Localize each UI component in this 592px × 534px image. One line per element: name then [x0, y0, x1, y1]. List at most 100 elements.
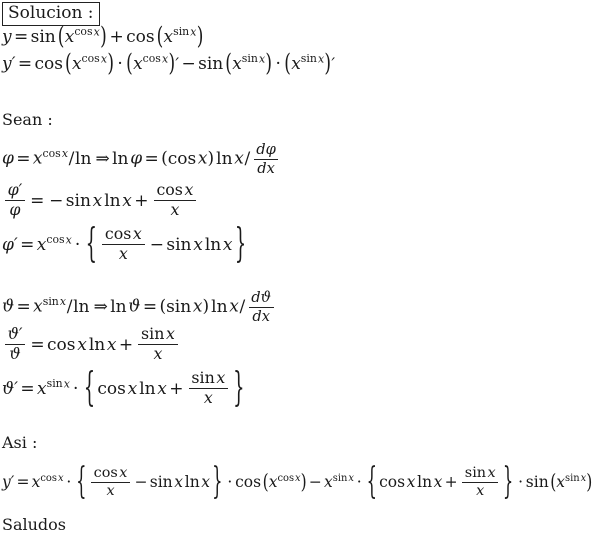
- token-rparen: ): [107, 49, 114, 79]
- token-lbrace: {: [85, 220, 97, 268]
- token-rbrace: }: [502, 459, 514, 503]
- fraction-cos-x-over-x: cosx x: [89, 465, 133, 500]
- token-cdot: ·: [72, 378, 79, 399]
- token-x: x: [92, 190, 103, 211]
- equation-y-prime: y′ = cos (xcosx) · (xcosx)′ − sin (xsinx) · (xsinx…: [2, 51, 336, 76]
- token-equals: =: [20, 234, 35, 255]
- token-cdot: ·: [227, 473, 233, 492]
- token-minus: −: [308, 473, 322, 492]
- token-x: x: [197, 148, 208, 169]
- token-cos: cos: [34, 54, 63, 74]
- token-ln: ln: [139, 378, 156, 399]
- token-sin: sin: [166, 296, 192, 317]
- token-implies: ⇒: [93, 296, 108, 317]
- token-minus: −: [134, 473, 148, 492]
- token-cos: cos: [235, 473, 262, 492]
- token-lparen: (: [262, 470, 269, 494]
- token-cos: cos: [97, 378, 126, 399]
- equation-vartheta-definition: ϑ = xsinx/ln ⇒ lnϑ = (sinx) lnx/dϑ dx: [2, 290, 276, 324]
- token-x: x: [157, 378, 167, 399]
- token-x: x: [229, 296, 239, 317]
- equation-phi-definition: φ = xcosx/ln ⇒ lnφ = (cosx) lnx/dφ dx: [2, 142, 281, 176]
- token-x: x: [556, 473, 566, 492]
- token-x: x: [232, 54, 242, 74]
- token-lparen: (: [550, 470, 557, 494]
- token-lparen: (: [126, 49, 133, 79]
- token-lparen: (: [161, 148, 168, 169]
- fraction-dvartheta-dx: dϑ dx: [246, 290, 277, 324]
- fraction-vartheta-prime-over-vartheta: ϑ′ ϑ: [2, 325, 28, 363]
- token-cdot: ·: [275, 54, 281, 74]
- token-rparen: ): [100, 22, 107, 52]
- label-sean: Sean :: [2, 110, 53, 129]
- exponent-sin-x: sinx: [241, 52, 266, 66]
- document-page: Solucion : y = sin (xcosx) + cos (xsinx) y′ = co…: [0, 0, 592, 534]
- token-y-prime: y′: [2, 473, 15, 492]
- token-ln: ln: [184, 473, 200, 492]
- token-ln: ln: [88, 334, 106, 355]
- token-rparen: ): [196, 22, 204, 52]
- token-x: x: [33, 296, 43, 317]
- token-lbrace: {: [83, 364, 96, 412]
- token-rparen: ): [324, 49, 332, 79]
- token-ln: ln: [75, 148, 92, 169]
- equation-phi-result: φ′ = xcosx ·{cosx x − sinx lnx}: [2, 220, 248, 268]
- token-x: x: [122, 190, 132, 211]
- token-plus: +: [169, 378, 184, 399]
- token-x: x: [163, 27, 174, 47]
- token-x: x: [291, 54, 301, 74]
- token-phi-prime: φ′: [2, 234, 18, 255]
- token-equals: =: [13, 27, 29, 47]
- token-cdot: ·: [518, 473, 523, 492]
- token-rparen: ): [168, 49, 176, 79]
- token-equals: =: [16, 148, 31, 169]
- token-ln: ln: [104, 190, 121, 211]
- token-slash: /: [239, 296, 246, 317]
- token-equals: =: [17, 54, 33, 74]
- token-ln: ln: [211, 296, 228, 317]
- fraction-sin-x-over-x: sinx x: [135, 325, 180, 363]
- token-ln: ln: [73, 296, 90, 317]
- token-x: x: [222, 234, 233, 255]
- token-equals: =: [142, 296, 158, 317]
- equation-vartheta-logarithmic: ϑ′ ϑ = cosx lnx + sinx x: [2, 325, 180, 363]
- token-lbrace: {: [366, 459, 377, 503]
- token-sin: sin: [30, 27, 56, 47]
- token-y-prime: y′: [2, 54, 16, 74]
- token-lbrace: {: [76, 459, 87, 503]
- token-vartheta: ϑ: [2, 296, 15, 317]
- label-saludos: Saludos: [2, 515, 67, 534]
- token-equals: =: [144, 148, 159, 169]
- token-cdot: ·: [66, 473, 72, 492]
- token-lparen: (: [156, 22, 164, 52]
- token-phi: φ: [130, 148, 143, 169]
- token-plus: +: [118, 334, 134, 355]
- token-rparen: ): [265, 49, 273, 79]
- token-minus: −: [181, 54, 196, 74]
- token-equals: =: [20, 378, 35, 399]
- exponent-cos-x: cosx: [46, 233, 72, 247]
- token-prime: ′: [331, 54, 336, 73]
- token-lparen: (: [57, 22, 65, 52]
- token-equals: =: [16, 473, 30, 492]
- token-x: x: [324, 473, 333, 492]
- exponent-sin-x: sinx: [300, 52, 325, 66]
- exponent-sin-x: sinx: [42, 295, 67, 309]
- exponent-sin-x: sinx: [565, 473, 587, 485]
- token-x: x: [127, 378, 138, 399]
- solution-title-box: Solucion :: [2, 2, 100, 26]
- token-slash: /: [244, 148, 251, 169]
- token-rparen: ): [586, 470, 592, 494]
- equation-vartheta-result: ϑ′ = xsinx ·{cosx lnx + sinx x}: [2, 364, 247, 412]
- token-implies: ⇒: [95, 148, 110, 169]
- equation-final-derivative: y′ = xcosx ·{cosx x − sinx lnx} · cos(xcosx) − xsin…: [2, 459, 592, 503]
- token-vartheta-prime: ϑ′: [2, 378, 19, 399]
- token-sin: sin: [525, 473, 549, 492]
- token-slash: /: [68, 148, 75, 169]
- token-sin: sin: [166, 234, 192, 255]
- equation-y: y = sin (xcosx) + cos (xsinx): [2, 24, 204, 49]
- exponent-cos-x: cosx: [81, 52, 107, 66]
- exponent-sin-x: sinx: [173, 25, 197, 39]
- token-x: x: [234, 148, 244, 169]
- token-ln: ln: [204, 234, 222, 255]
